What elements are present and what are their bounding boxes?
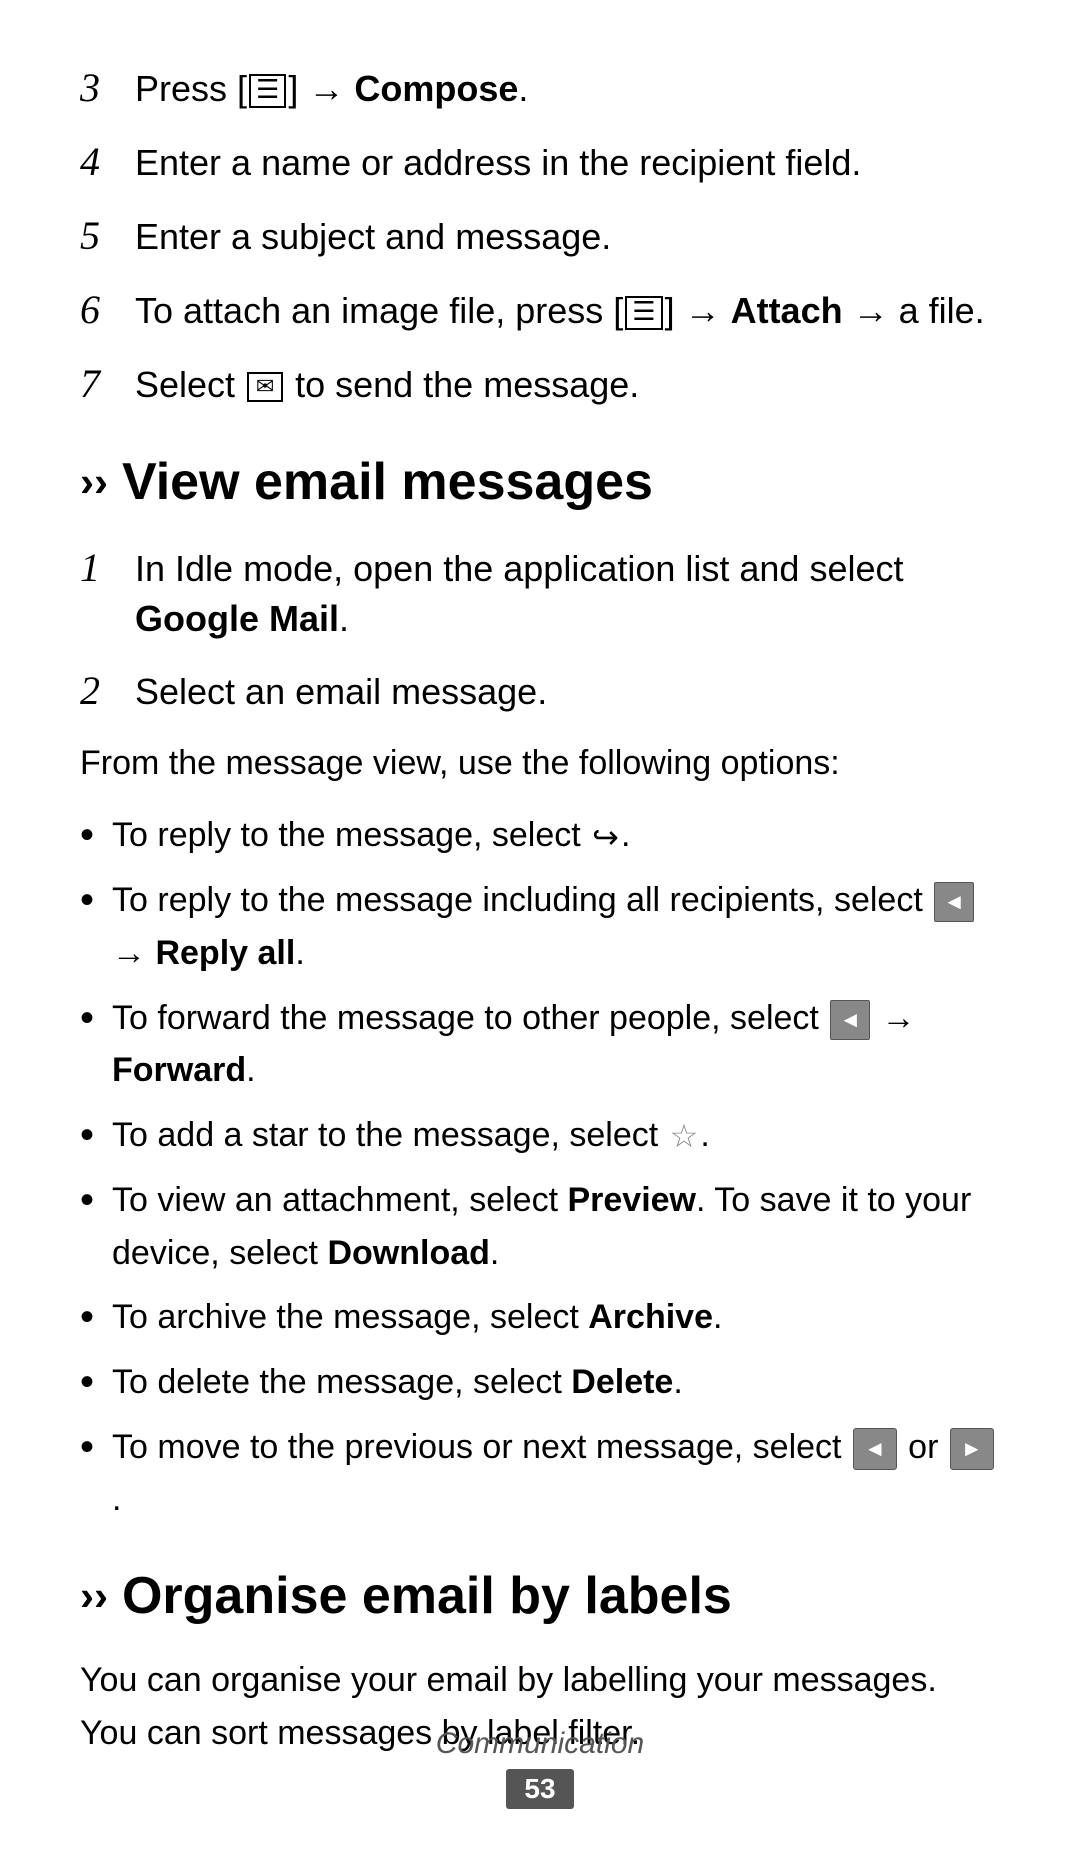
menu-icon-step3: ☰ [249, 74, 286, 108]
step-7: 7 Select to send the message. [80, 356, 1000, 412]
step-number-3: 3 [80, 60, 135, 116]
bullet-forward-content: To forward the message to other people, … [112, 992, 1000, 1097]
bullet-attachment: To view an attachment, select Preview. T… [80, 1174, 1000, 1279]
reply-all-icon: ◄ [934, 882, 974, 922]
forward-icon: ◄ [830, 1000, 870, 1040]
bullet-reply-all-content: To reply to the message including all re… [112, 874, 1000, 979]
step-number-7: 7 [80, 356, 135, 412]
reply-icon: ↩ [592, 813, 619, 863]
footer: Communication 53 [0, 1727, 1080, 1809]
bullet-star-content: To add a star to the message, select ☆. [112, 1109, 1000, 1162]
bullet-star: To add a star to the message, select ☆. [80, 1109, 1000, 1162]
step-3-text: Press [☰] → Compose. [135, 64, 528, 114]
bullet-delete-content: To delete the message, select Delete. [112, 1356, 1000, 1409]
step-5-text: Enter a subject and message. [135, 212, 611, 262]
next-message-btn: ► [950, 1428, 994, 1470]
view-step-2: 2 Select an email message. [80, 663, 1000, 719]
bullet-reply-all: To reply to the message including all re… [80, 874, 1000, 979]
step-4-text: Enter a name or address in the recipient… [135, 138, 861, 188]
footer-page-number: 53 [506, 1769, 573, 1809]
bullet-reply: To reply to the message, select ↩. [80, 809, 1000, 862]
section-view-title: View email messages [122, 452, 653, 512]
options-list: To reply to the message, select ↩. To re… [80, 809, 1000, 1526]
view-step-1: 1 In Idle mode, open the application lis… [80, 540, 1000, 645]
step-number-6: 6 [80, 282, 135, 338]
chevron-view-icon: ›› [80, 458, 108, 506]
bullet-attachment-content: To view an attachment, select Preview. T… [112, 1174, 1000, 1279]
bullet-navigate: To move to the previous or next message,… [80, 1421, 1000, 1526]
view-step-1-text: In Idle mode, open the application list … [135, 544, 1000, 645]
send-icon [247, 372, 283, 402]
bullet-delete: To delete the message, select Delete. [80, 1356, 1000, 1409]
step-7-text: Select to send the message. [135, 360, 639, 410]
step-5: 5 Enter a subject and message. [80, 208, 1000, 264]
view-step-number-2: 2 [80, 663, 135, 719]
step-3: 3 Press [☰] → Compose. [80, 60, 1000, 116]
bullet-navigate-content: To move to the previous or next message,… [112, 1421, 1000, 1526]
step-number-4: 4 [80, 134, 135, 190]
message-view-intro: From the message view, use the following… [80, 737, 1000, 790]
footer-category: Communication [436, 1727, 644, 1761]
view-step-number-1: 1 [80, 540, 135, 596]
section-view-heading: ›› View email messages [80, 452, 1000, 512]
section-organise-title: Organise email by labels [122, 1566, 732, 1626]
step-number-5: 5 [80, 208, 135, 264]
bullet-archive: To archive the message, select Archive. [80, 1291, 1000, 1344]
bullet-forward: To forward the message to other people, … [80, 992, 1000, 1097]
step-6-text: To attach an image file, press [☰] → Att… [135, 286, 985, 336]
bullet-reply-content: To reply to the message, select ↩. [112, 809, 1000, 862]
view-step-2-text: Select an email message. [135, 667, 547, 717]
bullet-archive-content: To archive the message, select Archive. [112, 1291, 1000, 1344]
section-organise-heading: ›› Organise email by labels [80, 1566, 1000, 1626]
prev-message-btn: ◄ [853, 1428, 897, 1470]
step-6: 6 To attach an image file, press [☰] → A… [80, 282, 1000, 338]
chevron-organise-icon: ›› [80, 1572, 108, 1620]
menu-icon-step6: ☰ [625, 296, 662, 330]
step-4: 4 Enter a name or address in the recipie… [80, 134, 1000, 190]
star-icon: ☆ [670, 1112, 699, 1162]
